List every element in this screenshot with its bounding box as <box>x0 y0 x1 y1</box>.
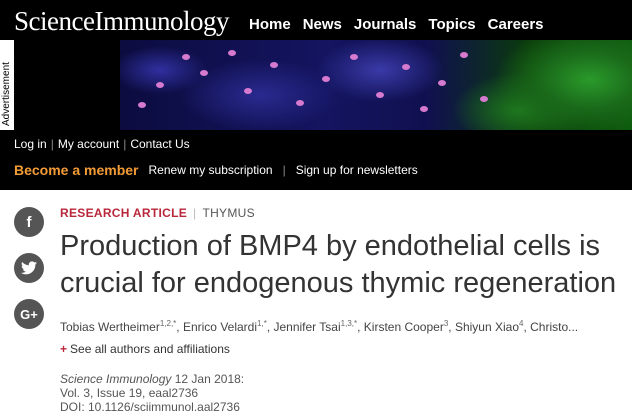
twitter-icon <box>21 261 37 275</box>
author-affiliation: 1,2,* <box>159 319 177 328</box>
author-list: Tobias Wertheimer1,2,*, Enrico Velardi1,… <box>60 319 579 334</box>
banner-cell <box>420 106 428 112</box>
publication-date: 12 Jan 2018: <box>174 372 245 386</box>
see-all-authors-label: See all authors and affiliations <box>70 342 230 356</box>
logo-immunology-text: Immunology <box>94 6 229 36</box>
author-name[interactable]: Christo... <box>530 320 578 334</box>
author-name[interactable]: Enrico Velardi <box>183 320 257 334</box>
become-member-link[interactable]: Become a member <box>14 162 139 178</box>
article-type[interactable]: RESEARCH ARTICLE <box>60 206 187 220</box>
banner-cell <box>270 62 278 68</box>
author-name[interactable]: Shiyun Xiao <box>455 320 519 334</box>
author-affiliation: 4 <box>519 319 524 328</box>
banner-cell <box>480 96 488 102</box>
banner-cell <box>376 92 384 98</box>
user-links: Log in | My account | Contact Us <box>14 137 190 151</box>
google-plus-icon: G+ <box>20 306 38 322</box>
logo-science-text: Science <box>14 6 95 36</box>
membership-row: Become a member Renew my subscription | … <box>14 162 418 178</box>
doi[interactable]: DOI: 10.1126/sciimmunol.aal2736 <box>60 400 244 414</box>
renew-subscription-link[interactable]: Renew my subscription <box>149 163 273 177</box>
facebook-share-button[interactable]: f <box>14 207 44 237</box>
citation: Science Immunology 12 Jan 2018: Vol. 3, … <box>60 372 244 414</box>
separator: | <box>50 137 54 151</box>
my-account-link[interactable]: My account <box>58 137 119 151</box>
google-plus-share-button[interactable]: G+ <box>14 299 44 329</box>
author-name[interactable]: Tobias Wertheimer <box>60 320 160 334</box>
advertisement-banner[interactable] <box>120 40 632 130</box>
banner-cell <box>322 76 330 82</box>
plus-icon: + <box>60 342 68 356</box>
twitter-share-button[interactable] <box>14 253 44 283</box>
article-topic[interactable]: THYMUS <box>202 206 254 220</box>
banner-cell <box>182 54 190 60</box>
banner-cell <box>402 64 410 70</box>
newsletter-signup-link[interactable]: Sign up for newsletters <box>296 163 418 177</box>
banner-cell <box>138 102 146 108</box>
author-affiliation: 1,* <box>257 319 267 328</box>
banner-cell <box>350 54 358 60</box>
banner-cell <box>438 80 446 86</box>
nav-news[interactable]: News <box>303 16 342 33</box>
nav-journals[interactable]: Journals <box>354 16 417 33</box>
author-name[interactable]: Kirsten Cooper <box>364 320 444 334</box>
banner-cell <box>156 82 164 88</box>
banner-cell <box>228 50 236 56</box>
volume-issue: Vol. 3, Issue 19, eaal2736 <box>60 386 199 400</box>
advertisement-label: Advertisement <box>1 62 12 126</box>
article-title: Production of BMP4 by endothelial cells … <box>60 230 617 299</box>
see-all-authors-link[interactable]: + See all authors and affiliations <box>60 342 230 356</box>
main-nav: Home News Journals Topics Careers <box>249 16 544 33</box>
advertisement-label-strip: Advertisement <box>0 40 14 130</box>
banner-cell <box>200 70 208 76</box>
separator: | <box>123 137 127 151</box>
banner-cell <box>296 100 304 106</box>
nav-careers[interactable]: Careers <box>488 16 544 33</box>
nav-topics[interactable]: Topics <box>428 16 475 33</box>
article-section-label: RESEARCH ARTICLE | THYMUS <box>60 206 255 220</box>
author-affiliation: 3 <box>443 319 449 328</box>
banner-cell <box>244 88 252 94</box>
author-affiliation: 1,3,* <box>340 319 358 328</box>
separator: | <box>282 163 286 177</box>
separator: | <box>193 206 197 220</box>
site-header: ScienceImmunology Home News Journals Top… <box>0 0 632 190</box>
login-link[interactable]: Log in <box>14 137 47 151</box>
banner-cell <box>460 52 468 58</box>
journal-name: Science Immunology <box>60 372 172 386</box>
nav-home[interactable]: Home <box>249 16 291 33</box>
site-logo[interactable]: ScienceImmunology <box>14 6 229 37</box>
facebook-icon: f <box>26 213 32 231</box>
author-name[interactable]: Jennifer Tsai <box>273 320 340 334</box>
contact-us-link[interactable]: Contact Us <box>130 137 189 151</box>
